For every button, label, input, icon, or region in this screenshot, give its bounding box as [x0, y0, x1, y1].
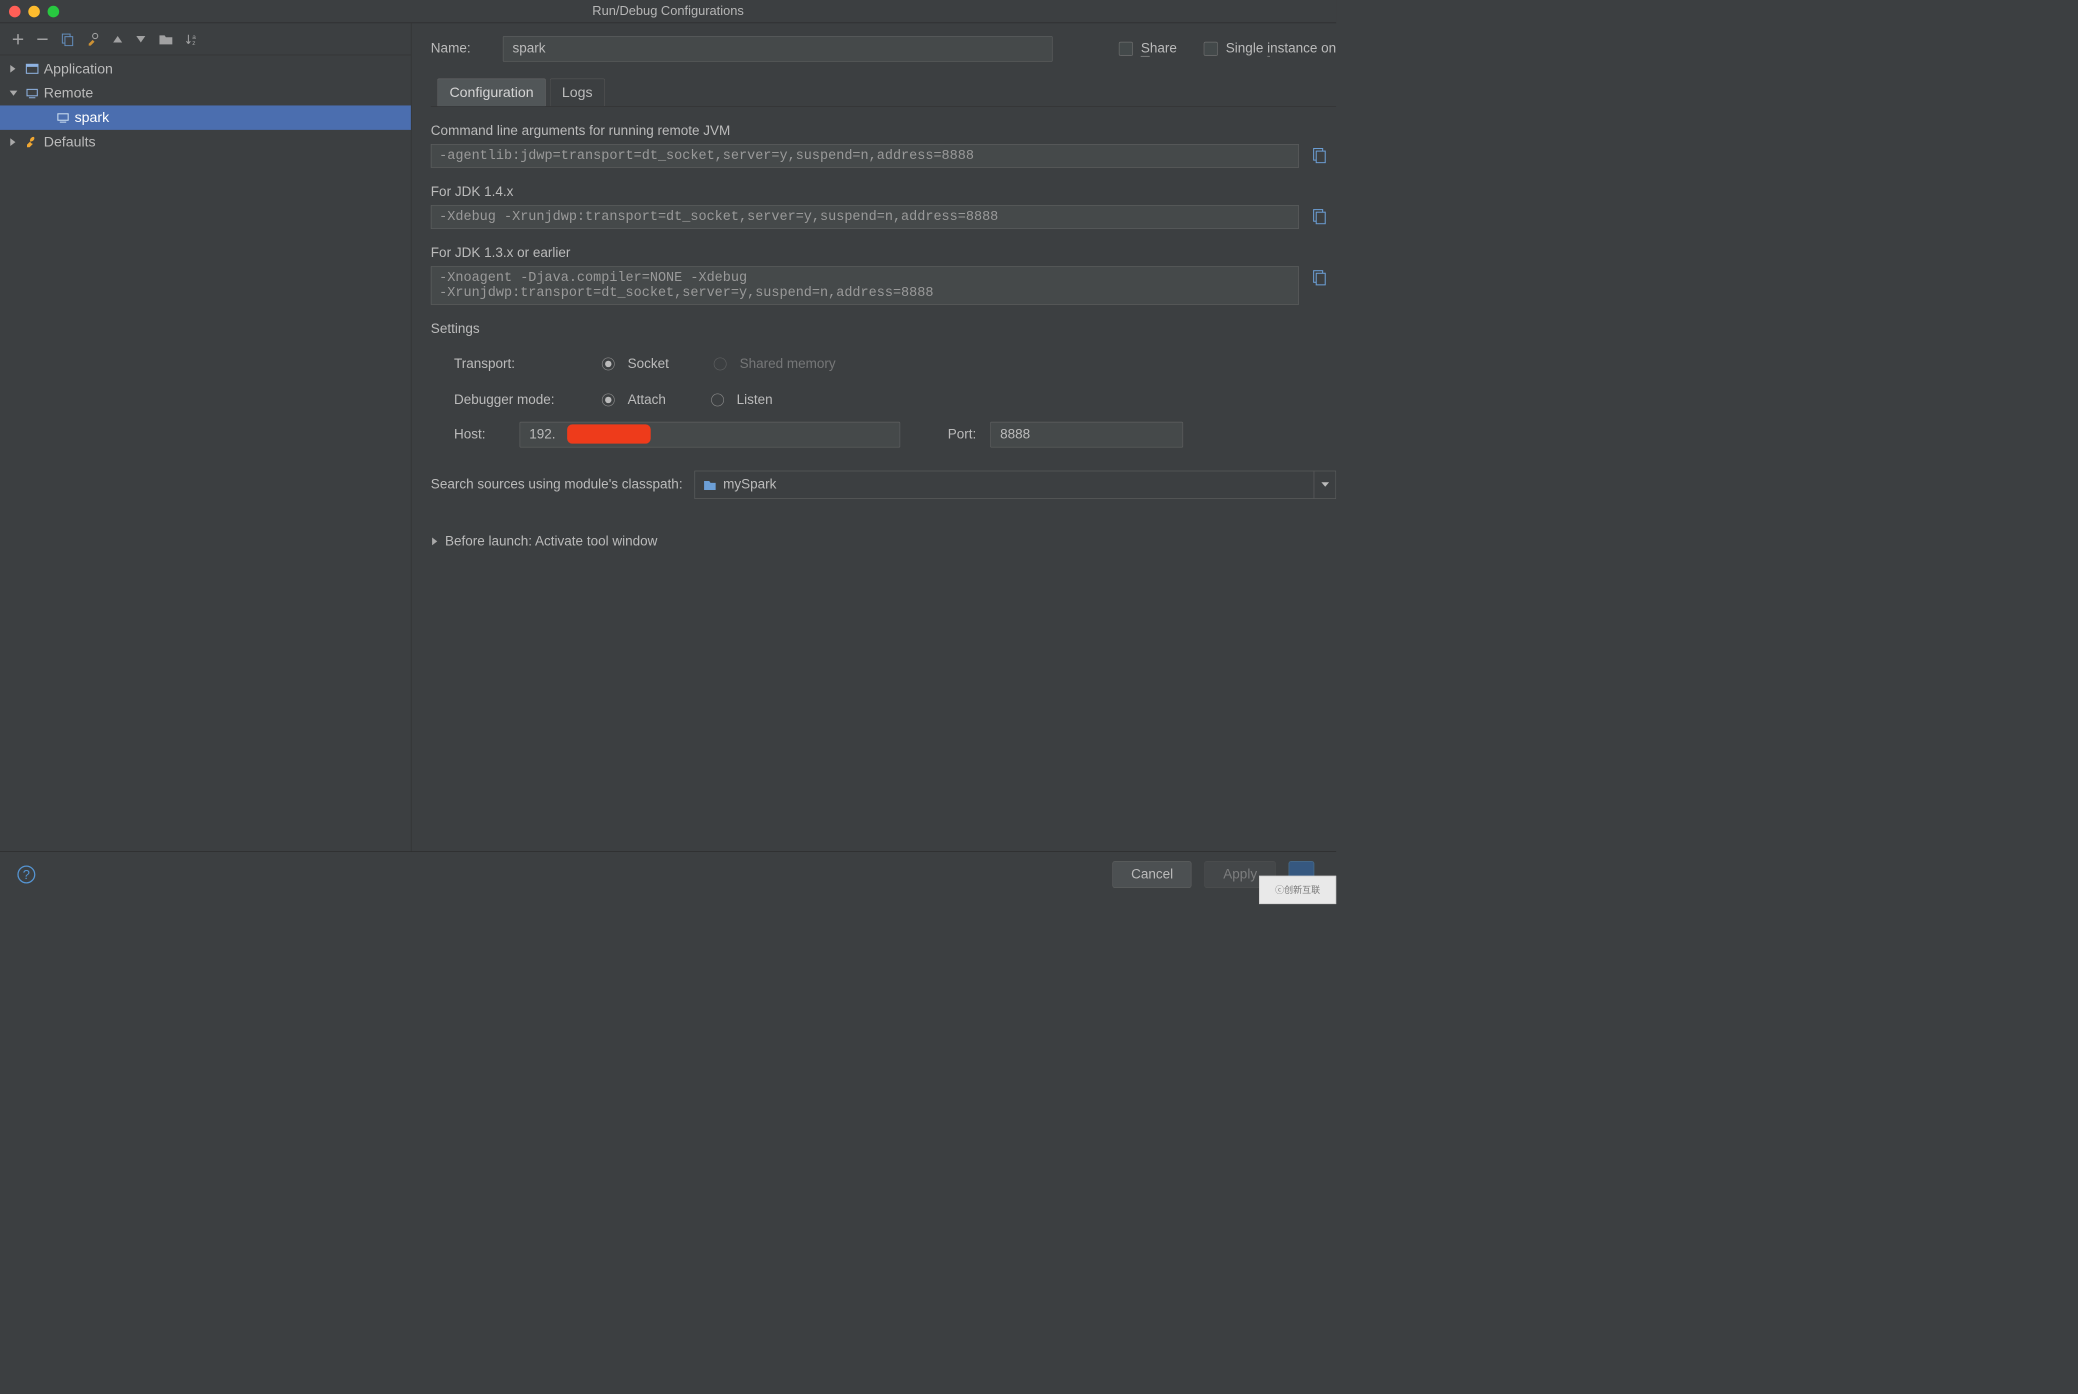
cmd-args-field[interactable]: -agentlib:jdwp=transport=dt_socket,serve…	[431, 144, 1299, 168]
close-window-icon[interactable]	[9, 6, 21, 18]
copy-icon[interactable]	[1312, 269, 1327, 286]
config-tree: Application Remote spark	[0, 55, 411, 154]
copy-icon[interactable]	[1312, 147, 1327, 164]
chevron-right-icon	[9, 64, 21, 73]
maximize-window-icon[interactable]	[48, 6, 60, 18]
mode-listen-label: Listen	[737, 392, 773, 407]
transport-socket-label: Socket	[628, 356, 669, 371]
module-classpath-dropdown[interactable]: mySpark	[694, 471, 1336, 499]
checkbox-icon	[1204, 42, 1218, 56]
jdk14-label: For JDK 1.4.x	[431, 185, 1336, 200]
tab-configuration[interactable]: Configuration	[437, 78, 546, 106]
transport-socket-radio[interactable]	[602, 358, 615, 371]
jdk13-field[interactable]: -Xnoagent -Djava.compiler=NONE -Xdebug -…	[431, 266, 1299, 305]
copy-icon[interactable]	[1312, 208, 1327, 225]
chevron-down-icon	[9, 89, 21, 97]
tree-item-label: Application	[44, 60, 113, 77]
cancel-button[interactable]: Cancel	[1112, 861, 1191, 888]
tree-item-remote[interactable]: Remote	[0, 81, 411, 105]
tree-item-defaults[interactable]: Defaults	[0, 130, 411, 154]
name-row: Name: SSharehare Single instance on Sing…	[431, 36, 1336, 62]
transport-shared-radio	[714, 358, 727, 371]
transport-label: Transport:	[454, 356, 589, 371]
port-input[interactable]	[990, 422, 1183, 448]
chevron-down-icon	[1314, 471, 1336, 498]
jdk13-label: For JDK 1.3.x or earlier	[431, 246, 1336, 261]
tree-item-label: Defaults	[44, 134, 96, 151]
add-config-button[interactable]	[12, 32, 25, 45]
titlebar: Run/Debug Configurations	[0, 0, 1336, 23]
application-icon	[24, 61, 39, 76]
chevron-right-icon	[9, 138, 21, 147]
share-label: SSharehare	[1141, 41, 1177, 56]
single-instance-checkbox[interactable]: Single instance on Single instance on	[1204, 41, 1336, 56]
copy-config-button[interactable]	[60, 32, 74, 46]
port-label: Port:	[948, 427, 977, 442]
svg-text:?: ?	[23, 867, 30, 882]
remote-icon	[55, 110, 70, 125]
move-down-button[interactable]	[135, 34, 147, 43]
help-button[interactable]: ?	[17, 865, 36, 884]
tree-item-application[interactable]: Application	[0, 57, 411, 81]
remove-config-button[interactable]	[36, 32, 49, 45]
window-traffic-lights	[9, 6, 59, 18]
host-label: Host:	[454, 427, 505, 442]
mode-attach-label: Attach	[628, 392, 666, 407]
tree-item-label: spark	[75, 109, 110, 126]
sidebar: az Application	[0, 23, 412, 851]
tree-item-label: Remote	[44, 85, 94, 102]
minimize-window-icon[interactable]	[28, 6, 40, 18]
move-up-button[interactable]	[112, 34, 124, 43]
name-input[interactable]	[503, 36, 1053, 62]
checkbox-icon	[1119, 42, 1133, 56]
module-classpath-label: Search sources using module's classpath:	[431, 477, 683, 492]
cmd-args-label: Command line arguments for running remot…	[431, 123, 1336, 138]
folder-button[interactable]	[158, 32, 173, 45]
edit-defaults-button[interactable]	[86, 32, 100, 46]
chevron-right-icon	[431, 537, 439, 546]
mode-listen-radio[interactable]	[711, 394, 724, 407]
window-title: Run/Debug Configurations	[592, 4, 744, 19]
mode-attach-radio[interactable]	[602, 394, 615, 407]
svg-text:z: z	[192, 40, 195, 46]
tabs: Configuration Logs	[431, 78, 1336, 106]
tree-item-spark[interactable]: spark	[0, 105, 411, 129]
remote-icon	[24, 86, 39, 101]
dialog-footer: ? Cancel Apply ⓒ 创新互联	[0, 851, 1336, 896]
jdk14-field[interactable]: -Xdebug -Xrunjdwp:transport=dt_socket,se…	[431, 205, 1299, 229]
transport-shared-label: Shared memory	[740, 356, 836, 371]
before-launch-section[interactable]: Before launch: Activate tool window	[431, 534, 1336, 549]
module-classpath-value: mySpark	[723, 477, 776, 492]
settings-panel: Transport: Socket Shared memory Debugger…	[431, 346, 1336, 448]
module-icon	[703, 478, 717, 491]
wrench-icon	[24, 134, 39, 149]
content-pane: Name: SSharehare Single instance on Sing…	[412, 23, 1337, 851]
debugger-mode-label: Debugger mode:	[454, 392, 589, 407]
sort-button[interactable]: az	[185, 32, 199, 45]
settings-heading: Settings	[431, 322, 1336, 337]
name-label: Name:	[431, 41, 489, 56]
single-instance-label: Single instance on	[1226, 41, 1336, 56]
redacted-overlay	[567, 424, 651, 443]
sidebar-toolbar: az	[0, 23, 411, 55]
watermark: ⓒ 创新互联	[1259, 876, 1336, 904]
tab-logs[interactable]: Logs	[550, 78, 605, 106]
share-checkbox[interactable]: SSharehare	[1119, 41, 1177, 56]
before-launch-label: Before launch: Activate tool window	[445, 534, 657, 549]
